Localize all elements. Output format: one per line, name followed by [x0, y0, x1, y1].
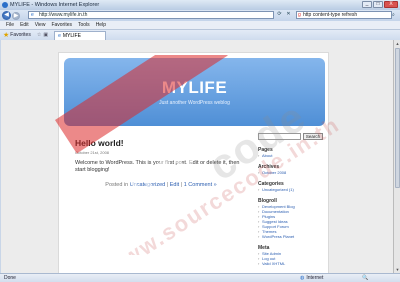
post-date: October 21st, 2008	[75, 150, 110, 155]
back-button[interactable]: ◀	[2, 11, 11, 20]
ie-app-icon	[2, 2, 8, 8]
blog-description: Just another WordPress weblog	[159, 100, 230, 106]
tab-page-icon: e	[58, 32, 61, 39]
maximize-button[interactable]: □	[373, 1, 383, 8]
address-input[interactable]: e http://www.mylife.in.th	[28, 11, 274, 19]
vertical-scrollbar[interactable]: ▲ ▼	[393, 40, 400, 273]
tab-mylife[interactable]: e MYLIFE	[54, 30, 107, 40]
search-input[interactable]: g http content-type refresh	[296, 11, 392, 19]
security-zone: ◍ Internet	[300, 275, 323, 281]
stop-icon[interactable]: ✕	[285, 11, 292, 18]
window-controls: _ □ X	[362, 1, 398, 8]
refresh-icon[interactable]: ⟳	[276, 11, 283, 18]
search-icon[interactable]: ⌕	[392, 12, 395, 18]
scroll-up-icon[interactable]: ▲	[395, 41, 400, 46]
menu-favorites[interactable]: Favorites	[51, 22, 72, 28]
status-text: Done	[4, 275, 16, 281]
blog-search-button[interactable]: Search	[303, 133, 323, 140]
tab-row: ★ Favorites ☆ ▣ e MYLIFE	[0, 30, 400, 40]
category-item[interactable]: Uncategorized (1)	[258, 187, 324, 192]
post: Hello world! October 21st, 2008 Welcome …	[75, 138, 247, 188]
page-icon: e	[31, 12, 34, 18]
menu-view[interactable]: View	[35, 22, 46, 28]
meta-link[interactable]: Valid XHTML	[258, 261, 324, 266]
tab-label: MYLIFE	[62, 32, 81, 39]
sidebar: Search Pages About Archives October 2008…	[258, 133, 324, 266]
search-value: http content-type refresh	[303, 12, 358, 18]
menu-edit[interactable]: Edit	[20, 22, 29, 28]
menu-tools[interactable]: Tools	[78, 22, 90, 28]
address-tools: ⟳ ✕	[276, 11, 292, 18]
menu-file[interactable]: File	[6, 22, 14, 28]
zoom-icon[interactable]: 🔍	[362, 275, 368, 281]
menu-bar: File Edit View Favorites Tools Help	[0, 21, 400, 30]
search-provider-icon: g	[298, 12, 301, 18]
favorites-button[interactable]: ★ Favorites	[3, 31, 31, 39]
post-meta: Posted in Uncategorized | Edit | 1 Comme…	[75, 182, 247, 188]
globe-icon: ◍	[300, 275, 305, 281]
blogroll-link[interactable]: WordPress Planet	[258, 234, 324, 239]
scroll-down-icon[interactable]: ▼	[395, 267, 400, 272]
blog-header: MYLIFE Just another WordPress weblog	[64, 58, 325, 126]
category-link[interactable]: Uncategorized	[130, 182, 165, 188]
categories-list: Uncategorized (1)	[258, 187, 324, 192]
address-url: http://www.mylife.in.th	[39, 12, 88, 18]
blog-page: MYLIFE Just another WordPress weblog Hel…	[58, 52, 329, 273]
meta-separator: |	[166, 182, 169, 188]
edit-link[interactable]: Edit	[170, 182, 179, 188]
feeds-icon[interactable]: ▣	[43, 32, 48, 38]
star-icon: ★	[3, 32, 10, 39]
meta-list: Site Admin Log out Valid XHTML	[258, 251, 324, 266]
comments-link[interactable]: 1 Comment »	[184, 182, 217, 188]
close-button[interactable]: X	[384, 1, 398, 8]
posted-in-label: Posted in	[105, 182, 129, 188]
address-row: ◀ ▶ e http://www.mylife.in.th ⟳ ✕ g http…	[0, 10, 400, 21]
pages-list: About	[258, 153, 324, 158]
blogroll-list: Development Blog Documentation Plugins S…	[258, 204, 324, 239]
blog-title[interactable]: MYLIFE	[64, 78, 325, 98]
zone-label: Internet	[306, 275, 324, 281]
page-viewport: MYLIFE Just another WordPress weblog Hel…	[1, 40, 393, 273]
page-link[interactable]: About	[258, 153, 324, 158]
meta-separator: |	[180, 182, 183, 188]
menu-help[interactable]: Help	[96, 22, 106, 28]
post-body: Welcome to WordPress. This is your first…	[75, 160, 240, 173]
blog-search-input[interactable]	[258, 133, 301, 140]
minimize-button[interactable]: _	[362, 1, 372, 8]
title-bar: MYLIFE - Windows Internet Explorer _ □ X	[0, 0, 400, 10]
archives-list: October 2008	[258, 170, 324, 175]
forward-button[interactable]: ▶	[12, 11, 20, 20]
scroll-thumb[interactable]	[395, 48, 400, 188]
post-title[interactable]: Hello world!	[75, 138, 247, 148]
window-title: MYLIFE - Windows Internet Explorer	[10, 2, 100, 8]
add-favorite-icon[interactable]: ☆	[37, 32, 41, 38]
favorites-label: Favorites	[10, 32, 31, 38]
status-bar: Done ◍ Internet 🔍	[0, 273, 400, 282]
archive-link[interactable]: October 2008	[258, 170, 324, 175]
tab-tools: ☆ ▣	[37, 32, 48, 38]
